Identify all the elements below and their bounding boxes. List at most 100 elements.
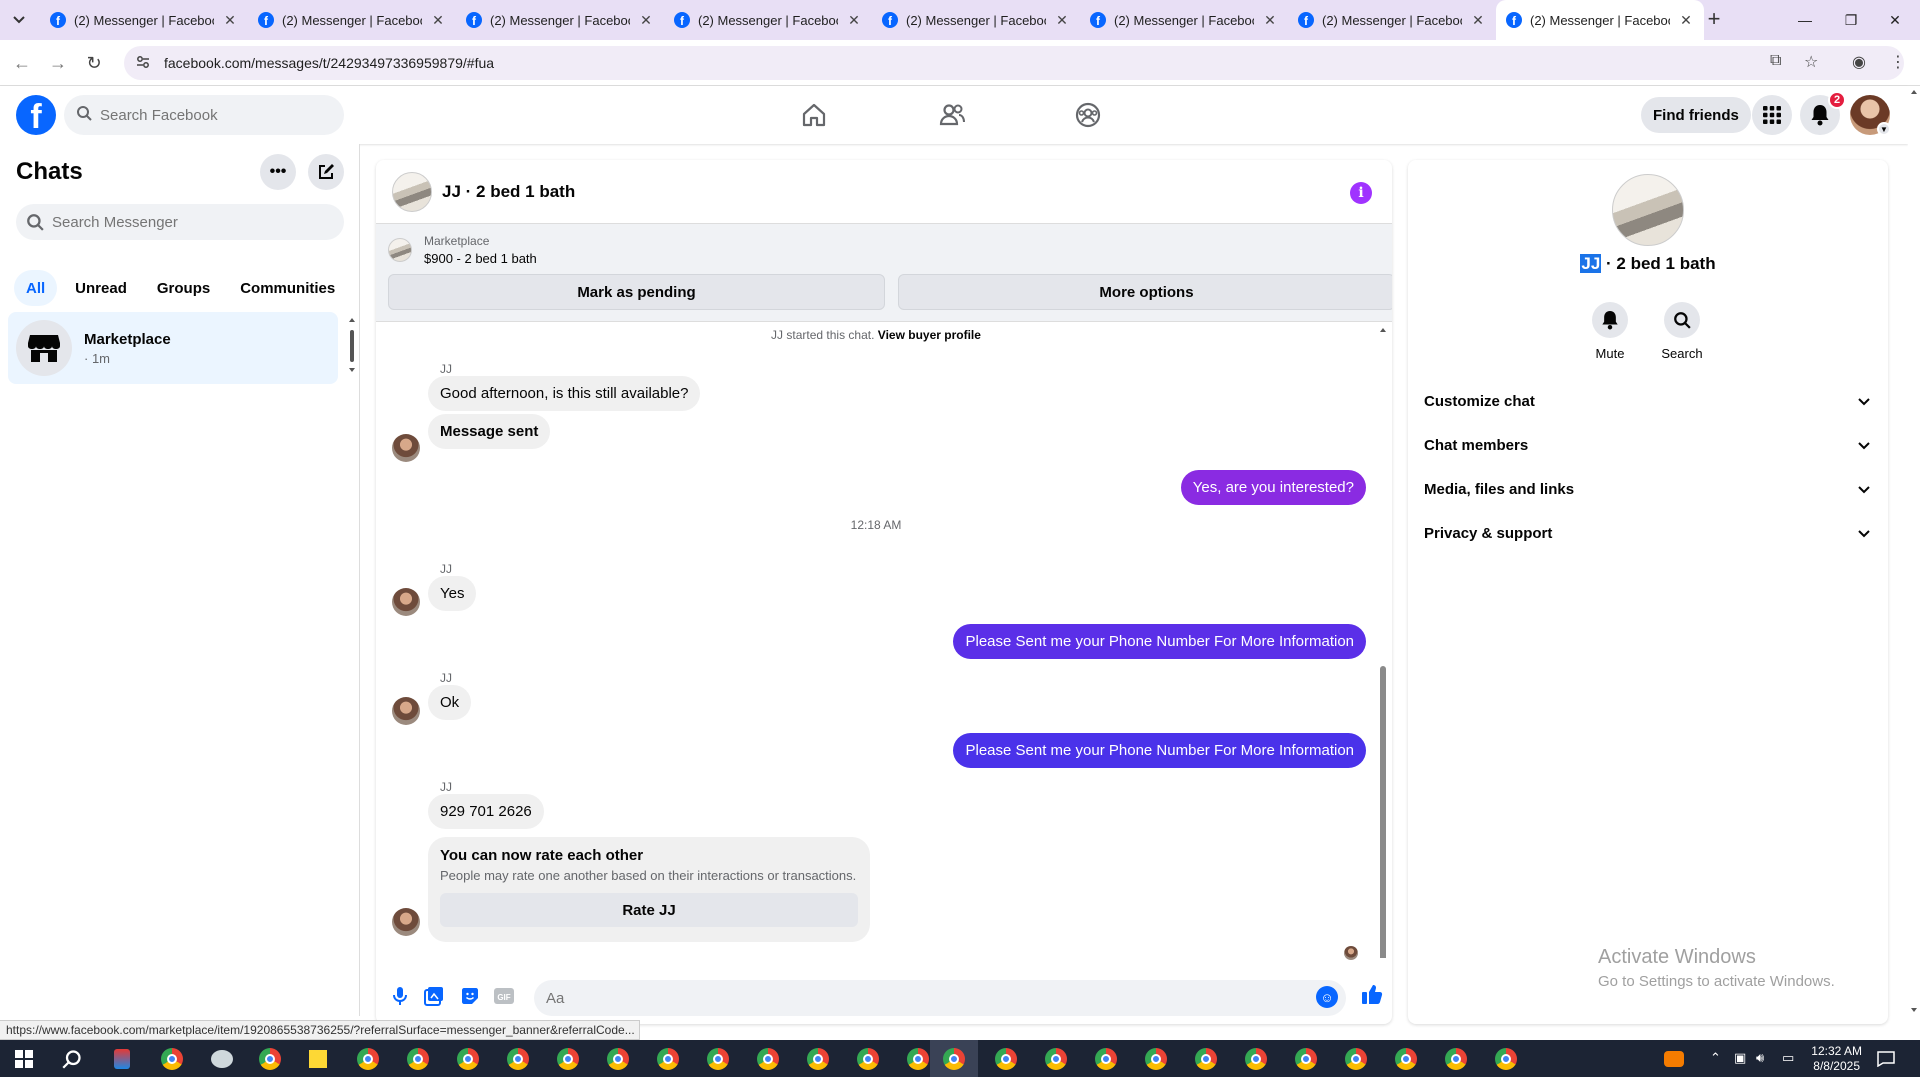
mark-as-pending-button[interactable]: Mark as pending <box>388 274 885 310</box>
sender-avatar[interactable] <box>392 908 420 936</box>
tab-close-icon[interactable]: ✕ <box>1470 12 1486 29</box>
privacy-support-section[interactable]: Privacy & support <box>1416 511 1880 555</box>
sender-avatar[interactable] <box>392 697 420 725</box>
menu-grid-icon[interactable] <box>1752 95 1792 135</box>
taskbar-app-icon[interactable] <box>210 1047 234 1071</box>
chrome-icon[interactable] <box>994 1047 1018 1071</box>
browser-tab[interactable]: f (2) Messenger | Facebook ✕ <box>40 0 248 40</box>
tab-close-icon[interactable]: ✕ <box>846 12 862 29</box>
facebook-search-input[interactable] <box>100 106 320 124</box>
tray-chevron-up-icon[interactable]: ⌃ <box>1710 1050 1721 1066</box>
chrome-icon[interactable] <box>1494 1047 1518 1071</box>
forward-arrow-icon[interactable]: → <box>44 49 72 77</box>
tab-close-icon[interactable]: ✕ <box>430 12 446 29</box>
windows-start-icon[interactable] <box>12 1047 36 1071</box>
chrome-icon[interactable] <box>706 1047 730 1071</box>
friends-icon[interactable] <box>930 98 974 132</box>
tab-close-icon[interactable]: ✕ <box>1678 12 1694 29</box>
browser-tab[interactable]: f (2) Messenger | Facebook ✕ <box>456 0 664 40</box>
tab-close-icon[interactable]: ✕ <box>222 12 238 29</box>
find-friends-button[interactable]: Find friends <box>1641 97 1751 133</box>
chrome-icon[interactable] <box>1294 1047 1318 1071</box>
messenger-search-input[interactable] <box>52 213 332 231</box>
tab-close-icon[interactable]: ✕ <box>1262 12 1278 29</box>
customize-chat-section[interactable]: Customize chat <box>1416 379 1880 423</box>
incoming-message[interactable]: 929 701 2626 <box>428 794 544 829</box>
chrome-icon[interactable] <box>1044 1047 1068 1071</box>
incoming-message[interactable]: Ok <box>428 685 472 720</box>
account-chevron-down-icon[interactable]: ▼ <box>1877 122 1891 136</box>
close-window-button[interactable]: ✕ <box>1870 0 1920 40</box>
chats-scrollbar[interactable] <box>347 316 357 376</box>
chrome-icon[interactable] <box>1444 1047 1468 1071</box>
browser-tab-active[interactable]: f (2) Messenger | Facebook ✕ <box>1496 0 1704 40</box>
emoji-smile-icon[interactable]: ☺ <box>1316 986 1338 1008</box>
chrome-icon[interactable] <box>1394 1047 1418 1071</box>
facebook-logo-icon[interactable]: f <box>16 95 56 135</box>
marketplace-listing-link[interactable]: Marketplace $900 - 2 bed 1 bath <box>388 234 537 266</box>
conversation-item-marketplace[interactable]: Marketplace · 1m <box>8 312 338 384</box>
new-message-compose-icon[interactable] <box>308 154 344 190</box>
home-icon[interactable] <box>792 98 836 132</box>
page-scrollbar[interactable] <box>1908 86 1920 1016</box>
browser-tab[interactable]: f (2) Messenger | Facebook ✕ <box>248 0 456 40</box>
profile-icon[interactable]: ◉ <box>1852 52 1866 72</box>
sticky-notes-icon[interactable] <box>306 1047 330 1071</box>
incoming-message[interactable]: Good afternoon, is this still available? <box>428 376 701 411</box>
attach-photo-icon[interactable] <box>422 984 446 1008</box>
tab-close-icon[interactable]: ✕ <box>1054 12 1070 29</box>
thread-scrollbar[interactable] <box>1378 326 1388 1024</box>
filter-tab-groups[interactable]: Groups <box>145 270 222 306</box>
browser-tab[interactable]: f (2) Messenger | Facebook ✕ <box>664 0 872 40</box>
messenger-search-bar[interactable] <box>16 204 344 240</box>
filter-tab-all[interactable]: All <box>14 270 58 306</box>
message-input-box[interactable]: ☺ <box>534 980 1346 1016</box>
outgoing-message[interactable]: Yes, are you interested? <box>1180 470 1366 505</box>
message-input[interactable] <box>546 989 1286 1007</box>
chrome-icon[interactable] <box>806 1047 830 1071</box>
network-icon[interactable]: ▭ <box>1782 1050 1794 1066</box>
listing-thumbnail[interactable] <box>392 171 432 212</box>
browser-tab[interactable]: f (2) Messenger | Facebook ✕ <box>1080 0 1288 40</box>
site-settings-icon[interactable] <box>136 55 150 72</box>
browser-tab[interactable]: f (2) Messenger | Facebook ✕ <box>1288 0 1496 40</box>
weather-icon[interactable] <box>1662 1047 1686 1071</box>
chrome-icon[interactable] <box>1194 1047 1218 1071</box>
chrome-icon[interactable] <box>906 1047 930 1071</box>
chrome-icon[interactable] <box>506 1047 530 1071</box>
chrome-icon[interactable] <box>1244 1047 1268 1071</box>
install-app-icon[interactable]: ⧉ <box>1770 52 1781 70</box>
conversation-title[interactable]: JJ · 2 bed 1 bath <box>442 182 575 202</box>
more-options-button[interactable]: More options <box>898 274 1392 310</box>
outgoing-message[interactable]: Please Sent me your Phone Number For Mor… <box>953 733 1366 768</box>
chat-options-more-icon[interactable]: ••• <box>260 154 296 190</box>
taskbar-clock[interactable]: 12:32 AM 8/8/2025 <box>1811 1044 1862 1074</box>
search-in-conversation-button[interactable]: Search <box>1652 302 1712 361</box>
conversation-profile-photo[interactable] <box>1612 174 1684 246</box>
chrome-icon[interactable] <box>1144 1047 1168 1071</box>
filter-tab-communities[interactable]: Communities <box>228 270 347 306</box>
chrome-icon[interactable] <box>656 1047 680 1071</box>
chrome-icon[interactable] <box>1094 1047 1118 1071</box>
media-files-links-section[interactable]: Media, files and links <box>1416 467 1880 511</box>
chrome-icon[interactable] <box>258 1047 282 1071</box>
url-bar[interactable]: facebook.com/messages/t/2429349733695987… <box>124 46 1904 80</box>
sender-avatar[interactable] <box>392 588 420 616</box>
taskbar-app-icon[interactable] <box>110 1047 134 1071</box>
chrome-icon[interactable] <box>406 1047 430 1071</box>
new-tab-button[interactable]: + <box>1700 8 1728 32</box>
chrome-icon[interactable] <box>456 1047 480 1071</box>
chrome-icon[interactable] <box>160 1047 184 1071</box>
filter-tab-unread[interactable]: Unread <box>63 270 139 306</box>
chrome-icon[interactable] <box>942 1047 966 1071</box>
view-buyer-profile-link[interactable]: View buyer profile <box>878 328 981 342</box>
chrome-icon[interactable] <box>556 1047 580 1071</box>
chrome-icon[interactable] <box>1344 1047 1368 1071</box>
outgoing-message[interactable]: Please Sent me your Phone Number For Mor… <box>953 624 1366 659</box>
tab-search-chevron-icon[interactable] <box>6 8 32 32</box>
chrome-icon[interactable] <box>606 1047 630 1071</box>
restore-button[interactable]: ❐ <box>1826 0 1876 40</box>
notifications-button[interactable]: 2 <box>1800 91 1846 135</box>
chat-members-section[interactable]: Chat members <box>1416 423 1880 467</box>
tray-device-icon[interactable]: ▣ <box>1734 1050 1746 1066</box>
